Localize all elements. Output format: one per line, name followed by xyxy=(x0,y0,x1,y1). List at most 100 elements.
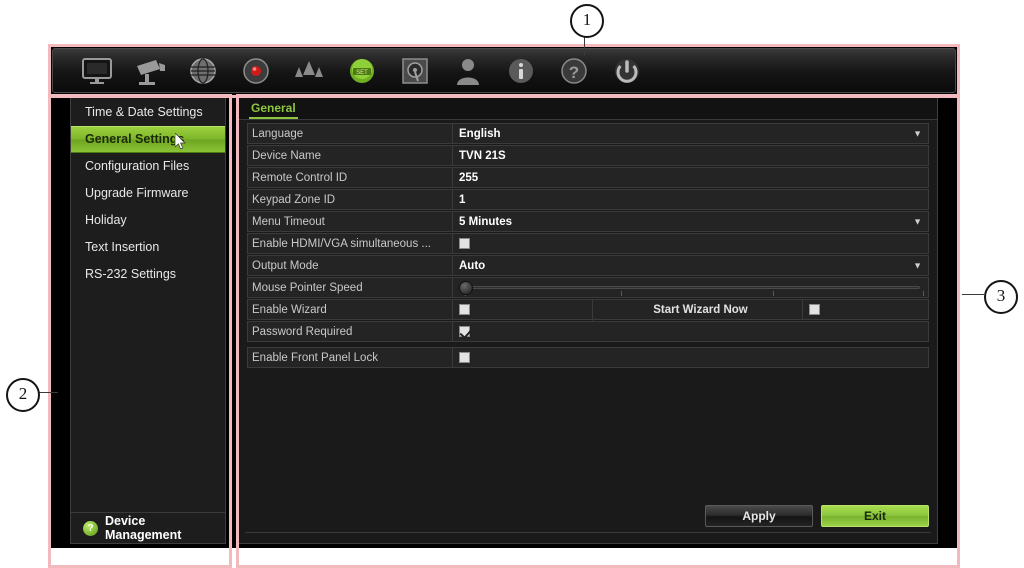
info-icon[interactable] xyxy=(495,52,547,90)
row-label: Language xyxy=(252,127,304,140)
record-icon[interactable] xyxy=(230,52,282,90)
sidebar-menu: Time & Date Settings General Settings Co… xyxy=(71,97,225,512)
row-menu-timeout[interactable]: Menu Timeout 5 Minutes ▼ xyxy=(247,211,929,232)
enable-wizard-field[interactable] xyxy=(452,300,592,319)
row-mouse-pointer-speed[interactable]: Mouse Pointer Speed xyxy=(247,277,929,298)
sidebar-item-label: Configuration Files xyxy=(85,159,190,173)
password-required-checkbox[interactable] xyxy=(459,326,470,337)
remote-control-id-input[interactable]: 255 xyxy=(452,168,928,187)
exit-button[interactable]: Exit xyxy=(821,505,929,527)
row-enable-hdmi-vga[interactable]: Enable HDMI/VGA simultaneous ... xyxy=(247,233,929,254)
sidebar-item-rs232-settings[interactable]: RS-232 Settings xyxy=(71,261,225,288)
row-label: Output Mode xyxy=(252,259,319,272)
user-icon[interactable] xyxy=(442,52,494,90)
device-name-value: TVN 21S xyxy=(459,149,506,162)
password-required-field[interactable] xyxy=(452,322,928,341)
language-value: English xyxy=(459,127,501,140)
language-select[interactable]: English ▼ xyxy=(452,124,928,143)
power-icon[interactable] xyxy=(601,52,653,90)
callout-leader-3 xyxy=(962,294,984,295)
row-keypad-zone-id[interactable]: Keypad Zone ID 1 xyxy=(247,189,929,210)
svg-text:SET: SET xyxy=(356,70,368,76)
sidebar-item-label: Time & Date Settings xyxy=(85,105,203,119)
start-wizard-now-button[interactable]: Start Wizard Now xyxy=(592,298,802,321)
keypad-zone-id-input[interactable]: 1 xyxy=(452,190,928,209)
remote-control-id-value: 255 xyxy=(459,171,479,184)
menu-timeout-value: 5 Minutes xyxy=(459,215,513,228)
help-question-icon: ? xyxy=(83,520,98,536)
device-management-label: Device Management xyxy=(105,514,182,542)
main-toolbar: SET ? xyxy=(52,48,956,93)
camera-icon[interactable] xyxy=(124,52,176,90)
slider-tick xyxy=(923,291,924,296)
help-icon[interactable]: ? xyxy=(548,52,600,90)
sidebar-item-time-date-settings[interactable]: Time & Date Settings xyxy=(71,99,225,126)
slider-track xyxy=(461,286,920,289)
mouse-cursor-icon xyxy=(175,133,186,150)
row-label: Keypad Zone ID xyxy=(252,193,336,206)
tab-general[interactable]: General xyxy=(249,100,298,119)
nvr-application-window: SET ? Time & Date Settings General Setti… xyxy=(48,44,960,548)
panel-action-buttons: Apply Exit xyxy=(705,505,929,527)
alarm-icon[interactable] xyxy=(283,52,335,90)
menu-timeout-select[interactable]: 5 Minutes ▼ xyxy=(452,212,928,231)
slider-tick xyxy=(773,291,774,296)
row-output-mode[interactable]: Output Mode Auto ▼ xyxy=(247,255,929,276)
slider-handle[interactable] xyxy=(459,281,473,295)
row-label: Remote Control ID xyxy=(252,171,348,184)
callout-marker-2: 2 xyxy=(6,378,40,412)
sidebar-item-configuration-files[interactable]: Configuration Files xyxy=(71,153,225,180)
callout-marker-1: 1 xyxy=(570,4,604,38)
row-device-name[interactable]: Device Name TVN 21S xyxy=(247,145,929,166)
sidebar-item-label: General Settings xyxy=(85,132,185,146)
sidebar-item-label: Holiday xyxy=(85,213,127,227)
sidebar-item-holiday[interactable]: Holiday xyxy=(71,207,225,234)
row-label: Enable Front Panel Lock xyxy=(252,351,378,364)
row-label: Device Name xyxy=(252,149,322,162)
callout-marker-3: 3 xyxy=(984,280,1018,314)
enable-hdmi-vga-checkbox[interactable] xyxy=(459,238,470,249)
output-mode-select[interactable]: Auto ▼ xyxy=(452,256,928,275)
panel-bottom-divider xyxy=(245,532,931,533)
settings-sidebar: Time & Date Settings General Settings Co… xyxy=(70,96,226,544)
row-language[interactable]: Language English ▼ xyxy=(247,123,929,144)
sidebar-item-text-insertion[interactable]: Text Insertion xyxy=(71,234,225,261)
chevron-down-icon: ▼ xyxy=(913,216,922,226)
device-settings-icon[interactable]: SET xyxy=(336,52,388,90)
enable-front-panel-lock-checkbox[interactable] xyxy=(459,352,470,363)
sidebar-item-label: Text Insertion xyxy=(85,240,160,254)
start-wizard-now-checkbox-cell[interactable] xyxy=(802,300,928,319)
sidebar-item-label: RS-232 Settings xyxy=(85,267,177,281)
row-password-required[interactable]: Password Required xyxy=(247,321,929,342)
display-monitor-icon[interactable] xyxy=(71,52,123,90)
device-management-footer[interactable]: ? Device Management xyxy=(71,512,225,543)
chevron-down-icon: ▼ xyxy=(913,260,922,270)
front-panel-lock-field[interactable] xyxy=(452,348,928,367)
slider-tick xyxy=(621,291,622,296)
row-label: Mouse Pointer Speed xyxy=(252,281,363,294)
chevron-down-icon: ▼ xyxy=(913,128,922,138)
panel-tabbar: General xyxy=(239,97,937,120)
row-remote-control-id[interactable]: Remote Control ID 255 xyxy=(247,167,929,188)
row-label: Enable HDMI/VGA simultaneous ... xyxy=(252,237,431,250)
keypad-zone-id-value: 1 xyxy=(459,193,466,206)
hard-disk-icon[interactable] xyxy=(389,52,441,90)
hdmi-vga-field[interactable] xyxy=(452,234,928,253)
sidebar-item-label: Upgrade Firmware xyxy=(85,186,189,200)
network-globe-icon[interactable] xyxy=(177,52,229,90)
mouse-pointer-speed-slider[interactable] xyxy=(452,278,928,297)
svg-text:?: ? xyxy=(569,63,579,82)
device-name-input[interactable]: TVN 21S xyxy=(452,146,928,165)
row-label: Enable Wizard xyxy=(252,303,327,316)
sidebar-item-upgrade-firmware[interactable]: Upgrade Firmware xyxy=(71,180,225,207)
output-mode-value: Auto xyxy=(459,259,486,272)
row-enable-wizard[interactable]: Enable Wizard Start Wizard Now xyxy=(247,298,929,321)
row-enable-front-panel-lock[interactable]: Enable Front Panel Lock xyxy=(247,347,929,368)
sidebar-item-general-settings[interactable]: General Settings xyxy=(71,126,225,153)
row-label: Password Required xyxy=(252,325,353,338)
apply-button[interactable]: Apply xyxy=(705,505,813,527)
start-wizard-now-checkbox[interactable] xyxy=(809,304,820,315)
general-settings-panel: General Language English ▼ Device Name T… xyxy=(238,96,938,544)
general-settings-form: Language English ▼ Device Name TVN 21S R… xyxy=(239,120,937,368)
enable-wizard-checkbox[interactable] xyxy=(459,304,470,315)
